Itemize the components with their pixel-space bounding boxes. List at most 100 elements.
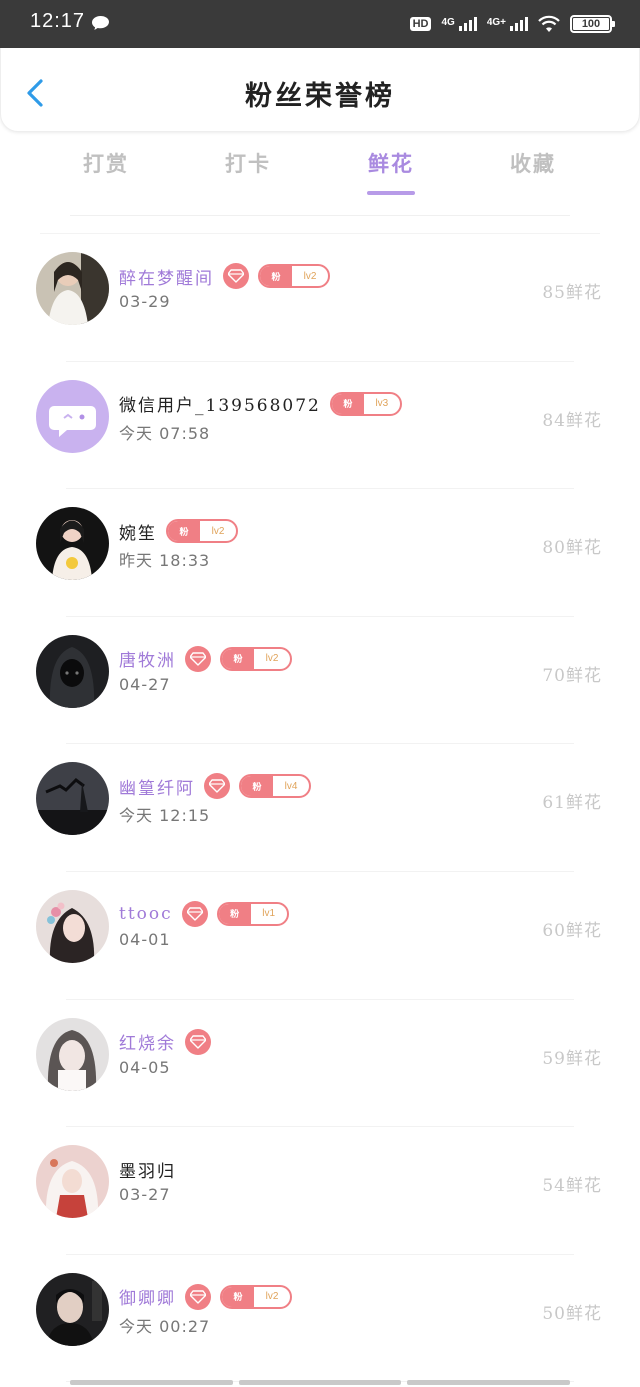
fan-level-text: lv2 xyxy=(303,270,317,282)
name-line: 唐牧洲 粉 lv2 xyxy=(119,645,292,672)
list-item[interactable]: 幽篁纤阿 粉 lv4 今天 12:15 61鲜花 xyxy=(0,744,640,872)
fan-level-badge: 粉 lv2 xyxy=(258,264,330,288)
list-item[interactable]: 微信用户_139568072 粉 lv3 今天 07:58 84鲜花 xyxy=(0,362,640,490)
signal-icon-2: 4G+ xyxy=(487,17,528,31)
user-name[interactable]: 唐牧洲 xyxy=(119,646,176,671)
timestamp: 今天 07:58 xyxy=(119,423,211,443)
fan-level-text: lv2 xyxy=(211,525,225,537)
flower-count: 70鲜花 xyxy=(542,665,602,686)
avatar[interactable] xyxy=(36,1017,109,1091)
fan-badge-label: 粉 xyxy=(241,776,273,797)
fan-badge-label: 粉 xyxy=(168,521,200,542)
tab-flowers[interactable]: 鲜花 xyxy=(331,148,451,178)
diamond-vip-icon xyxy=(185,1028,211,1055)
fan-badge-label: 粉 xyxy=(331,393,364,414)
avatar[interactable] xyxy=(36,762,109,836)
user-name[interactable]: 醉在梦醒间 xyxy=(119,264,214,289)
user-name[interactable]: 幽篁纤阿 xyxy=(119,774,195,799)
signal-icon: 4G xyxy=(441,17,477,31)
avatar[interactable] xyxy=(36,889,109,963)
diamond-vip-icon xyxy=(185,645,211,672)
diamond-vip-icon xyxy=(181,900,208,927)
list-item[interactable]: 御卿卿 粉 lv2 今天 00:27 50鲜花 xyxy=(0,1255,640,1383)
fan-level-badge: 粉 lv2 xyxy=(166,519,238,544)
name-line: 红烧余 xyxy=(119,1028,211,1055)
name-line: ttooc 粉 lv1 xyxy=(119,900,289,927)
user-name[interactable]: 婉笙 xyxy=(119,519,157,544)
name-line: 微信用户_139568072 粉 lv3 xyxy=(119,391,402,417)
user-name[interactable]: ttooc xyxy=(119,904,173,924)
message-icon xyxy=(92,16,109,30)
user-name[interactable]: 御卿卿 xyxy=(119,1284,176,1309)
fan-badge-label: 粉 xyxy=(222,1286,254,1307)
tab-reward[interactable]: 打赏 xyxy=(46,148,166,178)
timestamp: 03-27 xyxy=(119,1185,171,1205)
name-line: 墨羽归 xyxy=(119,1156,176,1182)
name-line: 婉笙粉 lv2 xyxy=(119,518,238,544)
timestamp: 03-29 xyxy=(119,292,171,311)
fan-badge-label: 粉 xyxy=(218,903,251,924)
active-tab-indicator xyxy=(367,191,415,195)
flower-count: 54鲜花 xyxy=(542,1176,602,1197)
fan-level-badge: 粉 lv4 xyxy=(239,774,311,799)
user-name[interactable]: 墨羽归 xyxy=(119,1157,176,1182)
flower-count: 61鲜花 xyxy=(542,793,602,814)
timestamp: 今天 00:27 xyxy=(119,1316,211,1336)
diamond-vip-icon xyxy=(204,773,230,800)
avatar[interactable] xyxy=(36,379,109,453)
status-indicators: HD 4G 4G+ 100 xyxy=(409,12,615,36)
flower-count: 80鲜花 xyxy=(542,538,602,559)
hd-badge: HD xyxy=(409,17,432,31)
user-name[interactable]: 微信用户_139568072 xyxy=(119,391,321,416)
flower-count: 50鲜花 xyxy=(542,1303,602,1324)
user-name[interactable]: 红烧余 xyxy=(119,1029,176,1054)
tab-checkin[interactable]: 打卡 xyxy=(188,148,308,178)
tab-favorites[interactable]: 收藏 xyxy=(473,148,593,178)
fan-badge-label: 粉 xyxy=(222,648,254,669)
page-title: 粉丝荣誉榜 xyxy=(245,81,395,112)
avatar[interactable] xyxy=(36,252,109,325)
fan-level-badge: 粉 lv2 xyxy=(220,646,292,671)
timestamp: 04-27 xyxy=(119,674,171,694)
avatar[interactable] xyxy=(36,1272,109,1346)
fan-level-text: lv4 xyxy=(284,780,298,792)
bottom-indicator xyxy=(70,1380,571,1385)
fan-level-badge: 粉 lv1 xyxy=(216,901,289,926)
name-line: 幽篁纤阿 粉 lv4 xyxy=(119,773,311,800)
tab-bar: 打赏 打卡 鲜花 收藏 xyxy=(0,148,640,198)
flower-count: 85鲜花 xyxy=(542,283,602,303)
timestamp: 今天 12:15 xyxy=(119,806,211,826)
avatar[interactable] xyxy=(36,1145,109,1219)
name-line: 御卿卿 粉 lv2 xyxy=(119,1283,292,1310)
nav-header: 粉丝荣誉榜 xyxy=(0,48,640,132)
list-item[interactable]: 醉在梦醒间 粉 lv2 03-29 85鲜花 xyxy=(0,234,640,362)
list-item[interactable]: 婉笙粉 lv2 昨天 18:33 80鲜花 xyxy=(0,489,640,617)
status-time: 12:17 xyxy=(30,10,86,32)
flower-count: 59鲜花 xyxy=(542,1048,602,1069)
fan-level-text: lv2 xyxy=(265,653,279,665)
fan-ranking-list: 醉在梦醒间粉 lv2 03-29 85鲜花 微信用户_139568072 粉 lv3 今天 0… xyxy=(0,234,640,1383)
timestamp: 04-01 xyxy=(119,929,171,949)
fan-level-badge: 粉 lv3 xyxy=(329,391,402,416)
flower-count: 60鲜花 xyxy=(542,920,602,941)
list-item[interactable]: 红烧余 04-05 59鲜花 xyxy=(0,1000,640,1128)
timestamp: 04-05 xyxy=(119,1057,171,1077)
wifi-icon xyxy=(538,15,560,32)
fan-level-text: lv2 xyxy=(265,1291,279,1303)
status-bar: 12:17 HD 4G 4G+ 100 xyxy=(0,0,640,48)
list-item[interactable]: 唐牧洲 粉 lv2 04-27 70鲜花 xyxy=(0,617,640,745)
avatar[interactable] xyxy=(36,634,109,708)
flower-count: 84鲜花 xyxy=(542,410,602,431)
battery-icon: 100 xyxy=(570,15,615,33)
avatar[interactable] xyxy=(36,507,109,581)
name-line: 醉在梦醒间 粉 lv2 xyxy=(119,263,330,289)
divider xyxy=(70,215,570,216)
list-item[interactable]: ttooc 粉 lv1 04-01 60鲜花 xyxy=(0,872,640,1000)
fan-badge-label: 粉 xyxy=(260,266,292,286)
list-item[interactable]: 墨羽归 03-27 54鲜花 xyxy=(0,1127,640,1255)
fan-level-text: lv3 xyxy=(375,398,389,410)
diamond-vip-icon xyxy=(223,263,249,289)
fan-level-text: lv1 xyxy=(262,908,276,920)
fan-level-badge: 粉 lv2 xyxy=(220,1284,292,1309)
timestamp: 昨天 18:33 xyxy=(119,551,211,571)
